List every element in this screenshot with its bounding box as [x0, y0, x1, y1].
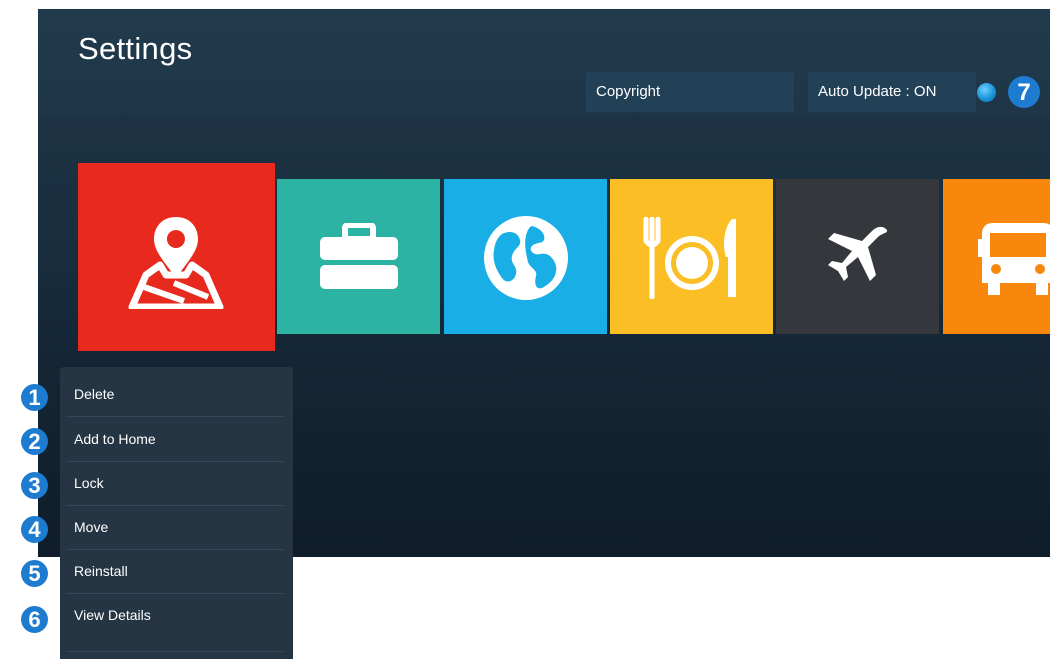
- callout-6: 6: [21, 606, 48, 633]
- app-tile-flight[interactable]: [776, 179, 939, 334]
- menu-item-reinstall[interactable]: Reinstall: [60, 549, 293, 593]
- callout-4: 4: [21, 516, 48, 543]
- menu-item-delete[interactable]: Delete: [60, 372, 293, 416]
- menu-item-add-to-home[interactable]: Add to Home: [60, 417, 293, 461]
- bus-icon: [978, 223, 1050, 295]
- page-title: Settings: [78, 31, 193, 66]
- app-tile-dining[interactable]: [610, 179, 773, 334]
- app-tile-row: [78, 163, 1050, 363]
- callout-3: 3: [21, 472, 48, 499]
- map-pin-icon: [128, 217, 224, 309]
- header-bar: Settings Copyright Auto Update : ON: [38, 9, 1050, 115]
- airplane-icon: [828, 226, 888, 281]
- menu-divider: [66, 651, 284, 652]
- briefcase-icon: [320, 223, 398, 289]
- app-tile-briefcase[interactable]: [277, 179, 440, 334]
- app-tile-map[interactable]: [78, 163, 275, 351]
- menu-item-move[interactable]: Move: [60, 505, 293, 549]
- auto-update-button[interactable]: Auto Update : ON: [808, 72, 976, 112]
- app-tile-globe[interactable]: [444, 179, 607, 334]
- globe-icon: [484, 216, 568, 300]
- callout-5: 5: [21, 560, 48, 587]
- auto-update-status-icon: [977, 83, 996, 102]
- menu-item-view-details[interactable]: View Details: [60, 593, 293, 637]
- options-menu: Delete Add to Home Lock Move Reinstall V…: [60, 367, 293, 659]
- menu-item-lock[interactable]: Lock: [60, 461, 293, 505]
- copyright-button[interactable]: Copyright: [586, 72, 794, 112]
- callout-7: 7: [1008, 76, 1040, 108]
- callout-1: 1: [21, 384, 48, 411]
- app-tile-bus[interactable]: [943, 179, 1050, 334]
- callout-2: 2: [21, 428, 48, 455]
- dining-icon: [643, 217, 736, 299]
